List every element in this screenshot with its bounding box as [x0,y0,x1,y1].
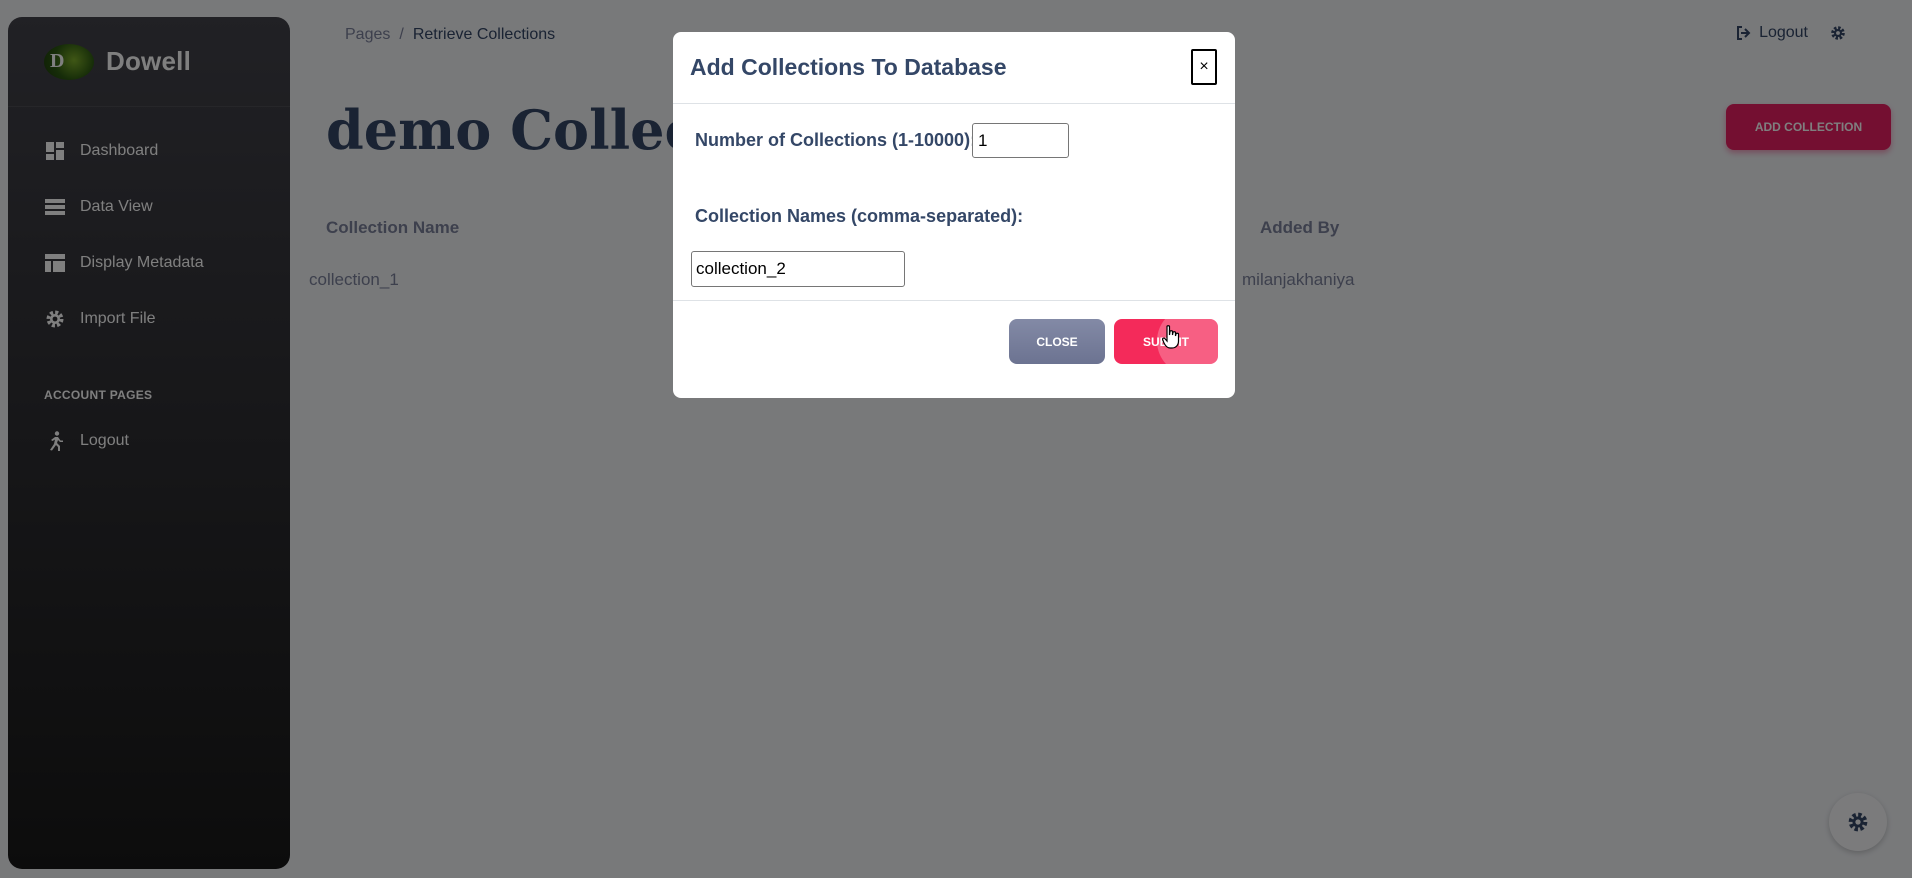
modal-footer: CLOSE SUBMIT [673,301,1235,397]
collection-names-input[interactable] [691,251,905,287]
modal-body: Number of Collections (1-10000): Collect… [673,104,1235,301]
collection-names-label: Collection Names (comma-separated): [695,206,1024,226]
add-collections-modal: Add Collections To Database × Number of … [673,32,1235,398]
close-button[interactable]: CLOSE [1009,319,1105,364]
modal-close-x-button[interactable]: × [1191,49,1217,85]
hand-cursor-icon [1161,325,1180,354]
collection-count-label: Number of Collections (1-10000): [695,130,977,150]
collection-count-input[interactable] [972,123,1069,158]
modal-header: Add Collections To Database × [673,32,1235,104]
modal-title: Add Collections To Database [690,54,1007,80]
